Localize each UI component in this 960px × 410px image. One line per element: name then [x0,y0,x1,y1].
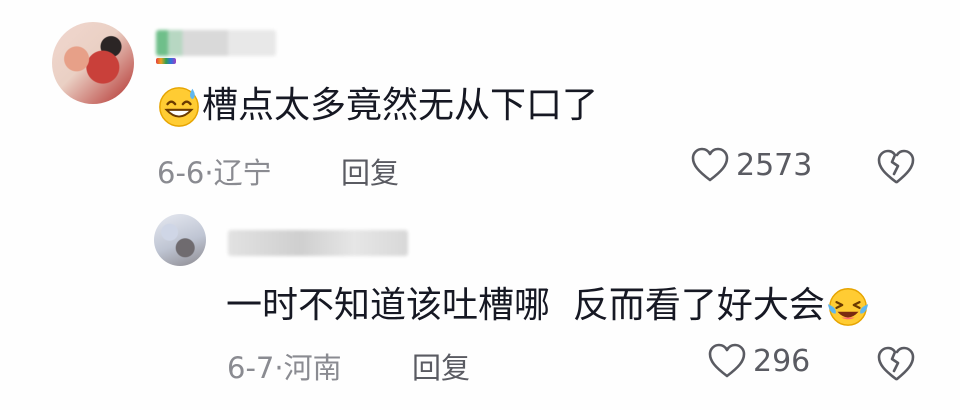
comment-text-content: 一时不知道该吐槽哪 反而看了好大会 [226,285,825,326]
reply-button[interactable]: 回复 [341,150,399,192]
meta-separator: · [274,351,284,385]
comment-text-content: 槽点太多竟然无从下口了 [202,85,599,126]
like-button[interactable]: 296 [707,342,810,380]
laughing-tears-icon [827,288,869,326]
username-blurred[interactable] [228,230,408,256]
reply-button[interactable]: 回复 [412,345,470,387]
comment-date: 6-6 [157,156,205,190]
comment-location: 辽宁 [213,156,272,190]
like-count: 2573 [736,147,813,183]
username-blurred[interactable] [156,30,276,56]
comment-text: 一时不知道该吐槽哪 反而看了好大会 [226,283,871,329]
badge-icon [156,58,176,64]
comment-location: 河南 [283,351,342,385]
avatar[interactable] [154,214,206,266]
like-button[interactable]: 2573 [690,146,812,184]
comment-meta: 6-7·河南 [227,345,342,387]
meta-separator: · [204,156,214,190]
like-count: 296 [753,343,811,379]
comment-text: 槽点太多竟然无从下口了 [156,83,598,129]
comment-meta: 6-6·辽宁 [157,150,272,192]
heart-icon [691,147,729,182]
grinning-sweat-icon [159,87,199,127]
avatar[interactable] [52,22,134,104]
comment-date: 6-7 [227,351,275,385]
heart-icon [708,343,746,378]
dislike-broken-heart-icon[interactable] [876,344,916,384]
dislike-broken-heart-icon[interactable] [876,147,916,187]
